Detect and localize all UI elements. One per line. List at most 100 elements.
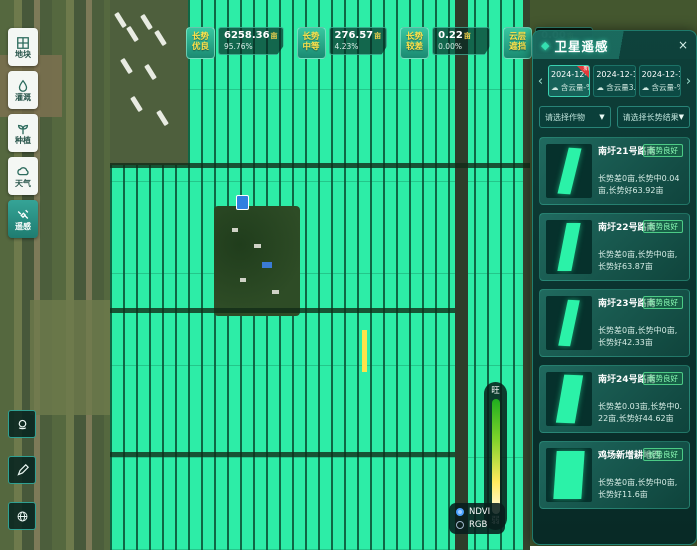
map-building — [120, 58, 133, 74]
layer-option-ndvi[interactable]: NDVI — [456, 508, 498, 517]
cloud-icon: ☁ — [642, 83, 650, 92]
stat-value: 6258.36 — [224, 30, 270, 41]
plot-info: 南圩24号路南 长势良好 长势差0.03亩,长势中0.22亩,长势好44.62亩 — [598, 372, 683, 426]
date-label: 2024-12-19 — [596, 70, 632, 79]
sidebar-item-plots[interactable]: 地块 — [8, 28, 38, 66]
cloud-icon: ☁ — [551, 83, 559, 92]
stat-tag: 云层 遮挡 — [503, 27, 532, 59]
chevron-down-icon: ▼ — [599, 113, 604, 121]
stat-unit: 亩 — [271, 32, 278, 40]
cloud-value: 含云量-% — [561, 83, 590, 92]
sidebar-item-label: 地块 — [15, 51, 31, 59]
left-sidebar: 地块 灌溉 种植 天气 遥感 — [8, 28, 38, 238]
cloud-icon — [16, 165, 30, 179]
sidebar-item-planting[interactable]: 种植 — [8, 114, 38, 152]
map-soil-patch — [30, 300, 110, 415]
plot-detail: 长势差0.03亩,长势中0.22亩,长势好44.62亩 — [598, 401, 683, 424]
plot-detail: 长势差0亩,长势中0.04亩,长势好63.92亩 — [598, 173, 683, 196]
plot-card[interactable]: 南圩21号路南 长势良好 长势差0亩,长势中0.04亩,长势好63.92亩 — [539, 137, 690, 205]
plot-shape — [553, 451, 584, 499]
stat-group-medium: 长势 中等 276.57亩 4.23% — [297, 27, 388, 59]
panorama-icon — [16, 418, 29, 431]
layer-option-label: RGB — [469, 521, 487, 530]
date-card[interactable]: 2024-12-14 ☁ 含云量-% — [639, 65, 681, 97]
map-building — [240, 278, 246, 282]
plot-card[interactable]: 南圩23号路南 长势良好 长势差0亩,长势中0亩,长势好42.33亩 — [539, 289, 690, 357]
plot-thumbnail — [546, 220, 592, 274]
map-building — [254, 244, 261, 248]
crop-select[interactable]: 请选择作物 ▼ — [539, 106, 611, 128]
stat-tag: 长势 优良 — [186, 27, 215, 59]
date-label: 2024-12-14 — [642, 70, 678, 79]
window-edge — [530, 546, 700, 550]
layer-option-rgb[interactable]: RGB — [456, 521, 498, 530]
stat-tag-line: 遮挡 — [509, 43, 526, 53]
status-badge: 长势良好 — [643, 372, 683, 385]
stat-value-panel: 276.57亩 4.23% — [329, 27, 388, 55]
filter-row: 请选择作物 ▼ 请选择长势结果 ▼ — [533, 101, 696, 135]
stat-percent: 95.76% — [224, 42, 278, 51]
radio-selected-icon — [456, 508, 464, 516]
map-blue-marker[interactable] — [236, 195, 249, 210]
plot-detail: 长势差0亩,长势中0亩,长势好42.33亩 — [598, 325, 683, 348]
sidebar-item-weather[interactable]: 天气 — [8, 157, 38, 195]
map-field-divider — [110, 308, 455, 313]
plot-info: 南圩21号路南 长势良好 长势差0亩,长势中0.04亩,长势好63.92亩 — [598, 144, 683, 198]
plot-detail: 长势差0亩,长势中0亩,长势好11.6亩 — [598, 477, 683, 500]
map-road-vertical — [523, 0, 530, 550]
select-placeholder: 请选择作物 — [545, 112, 585, 123]
stat-unit: 亩 — [464, 32, 471, 40]
stat-group-excellent: 长势 优良 6258.36亩 95.76% — [186, 27, 284, 59]
cloud-icon: ☁ — [596, 83, 604, 92]
plot-shape — [555, 375, 582, 424]
date-card[interactable]: 2024-12-19 ☁ 含云量3.13% — [593, 65, 635, 97]
sidebar-item-remote-sensing[interactable]: 遥感 — [8, 200, 38, 238]
next-date-arrow[interactable]: › — [684, 65, 693, 97]
map-greenhouse-area — [110, 0, 188, 165]
stat-tag-line: 较差 — [406, 43, 423, 53]
plot-shape — [557, 223, 580, 271]
plot-card[interactable]: 鸡场新增耕地西 长势良好 长势差0亩,长势中0亩,长势好11.6亩 — [539, 441, 690, 509]
map-building — [232, 228, 238, 232]
legend-gradient-bar — [492, 399, 500, 514]
map-building — [144, 64, 157, 80]
plot-list: 南圩21号路南 长势良好 长势差0亩,长势中0.04亩,长势好63.92亩 南圩… — [533, 135, 696, 544]
stat-tag-line: 中等 — [303, 43, 320, 53]
plot-thumbnail — [546, 144, 592, 198]
panel-header: ◆ 卫星遥感 × — [533, 31, 696, 59]
plot-info: 南圩22号路南 长势良好 长势差0亩,长势中0亩,长势好63.87亩 — [598, 220, 683, 274]
close-icon[interactable]: × — [678, 39, 688, 51]
map-building — [140, 14, 153, 30]
stat-tag-line: 优良 — [192, 43, 209, 53]
plot-card[interactable]: 南圩22号路南 长势良好 长势差0亩,长势中0亩,长势好63.87亩 — [539, 213, 690, 281]
sprout-icon — [16, 122, 30, 136]
sidebar-item-irrigation[interactable]: 灌溉 — [8, 71, 38, 109]
satellite-icon — [16, 208, 30, 222]
new-badge-text: 新 — [583, 66, 589, 72]
prev-date-arrow[interactable]: ‹ — [536, 65, 545, 97]
map-building — [272, 290, 279, 294]
measure-tool-button[interactable] — [8, 456, 36, 484]
stat-value-panel: 0.22亩 0.00% — [432, 27, 490, 55]
droplet-icon — [16, 79, 30, 93]
plot-shape — [557, 148, 581, 195]
globe-tool-button[interactable] — [8, 502, 36, 530]
plot-thumbnail — [546, 296, 592, 350]
stat-value-panel: 6258.36亩 95.76% — [218, 27, 284, 55]
sidebar-item-label: 种植 — [15, 137, 31, 145]
globe-icon — [16, 510, 29, 523]
satellite-panel: ◆ 卫星遥感 × ‹ 2024-12-24 ☁ 含云量-% 新 2024-12-… — [532, 30, 697, 545]
plot-card[interactable]: 南圩24号路南 长势良好 长势差0.03亩,长势中0.22亩,长势好44.62亩 — [539, 365, 690, 433]
stat-tag: 长势 较差 — [400, 27, 429, 59]
map-tools — [8, 410, 36, 530]
grid-icon — [16, 36, 30, 50]
panel-title: 卫星遥感 — [554, 36, 608, 55]
map-field-divider — [110, 163, 530, 168]
growth-result-select[interactable]: 请选择长势结果 ▼ — [617, 106, 690, 128]
date-card[interactable]: 2024-12-24 ☁ 含云量-% 新 — [548, 65, 590, 97]
panorama-tool-button[interactable] — [8, 410, 36, 438]
map-building — [114, 12, 127, 28]
cloud-coverage: ☁ 含云量-% — [551, 82, 587, 93]
plot-info: 南圩23号路南 长势良好 长势差0亩,长势中0亩,长势好42.33亩 — [598, 296, 683, 350]
map-building — [154, 30, 167, 46]
